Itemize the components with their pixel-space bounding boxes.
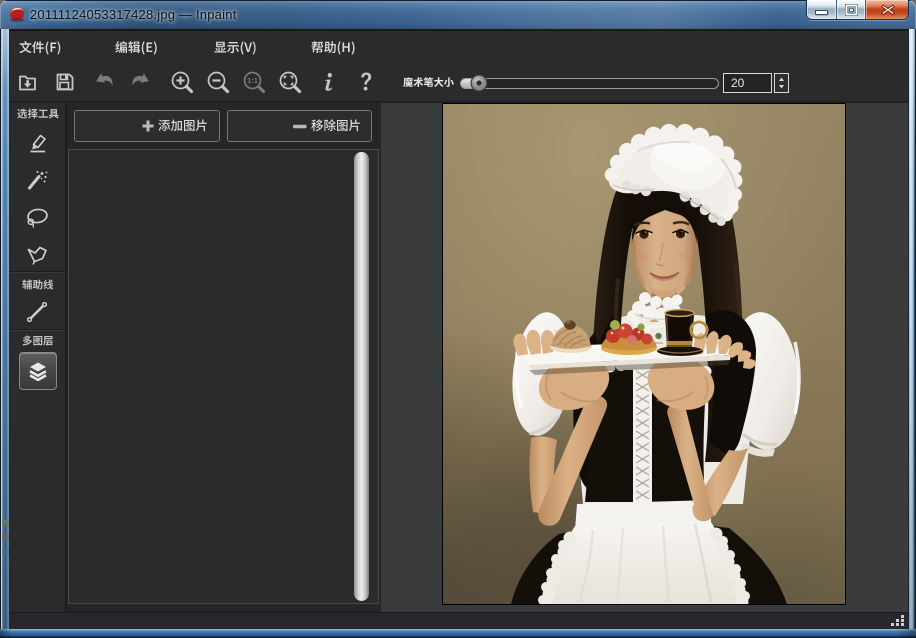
- svg-text:1:1: 1:1: [247, 76, 258, 85]
